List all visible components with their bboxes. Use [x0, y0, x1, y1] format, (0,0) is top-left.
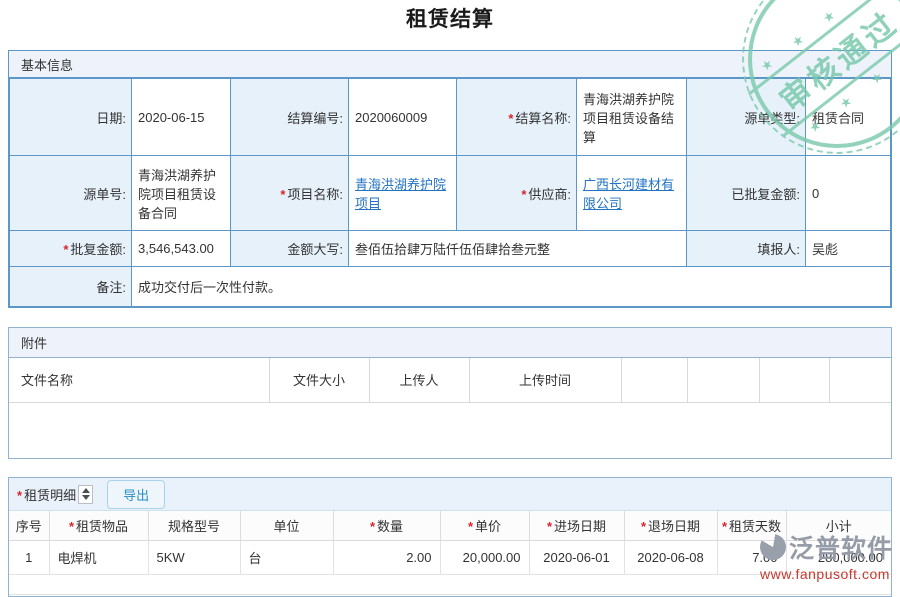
- settlement-no-label: 结算编号:: [231, 79, 349, 156]
- rental-details-section: *租赁明细 导出 序号 *租赁物品 规格型号 单位 *数量 *单价 *进场日期 …: [8, 477, 892, 597]
- attachments-table: 文件名称 文件大小 上传人 上传时间: [9, 358, 891, 403]
- source-type-label: 源单类型:: [687, 79, 806, 156]
- source-no-label: 源单号:: [10, 156, 132, 231]
- detail-cell-exit-date: 2020-06-08: [624, 540, 717, 574]
- project-name-label: *项目名称:: [231, 156, 349, 231]
- export-button[interactable]: 导出: [107, 480, 165, 509]
- required-icon: *: [468, 519, 473, 534]
- detail-cell-unit: 台: [240, 540, 333, 574]
- approved-amount-value: 0: [806, 156, 891, 231]
- settlement-name-label: *结算名称:: [457, 79, 577, 156]
- required-icon: *: [547, 519, 552, 534]
- detail-col-index: 序号: [9, 511, 49, 540]
- settlement-no-value: 2020060009: [349, 79, 457, 156]
- attachments-col-empty: [687, 358, 759, 402]
- attachments-col-empty: [621, 358, 687, 402]
- required-icon: *: [508, 111, 513, 126]
- attachments-col-filename: 文件名称: [9, 358, 269, 402]
- attachments-col-uploader: 上传人: [369, 358, 469, 402]
- attachments-section: 附件 文件名称 文件大小 上传人 上传时间: [8, 327, 892, 459]
- attachments-col-uploadtime: 上传时间: [469, 358, 621, 402]
- sort-stepper[interactable]: [78, 485, 93, 504]
- date-label: 日期:: [10, 79, 132, 156]
- project-name-value: 青海洪湖养护院项目: [349, 156, 457, 231]
- detail-cell-entry-date: 2020-06-01: [529, 540, 624, 574]
- rental-details-toolbar: *租赁明细 导出: [9, 478, 891, 511]
- detail-col-days: *租赁天数: [717, 511, 786, 540]
- page-title: 租赁结算: [0, 3, 900, 33]
- source-type-value: 租赁合同: [806, 79, 891, 156]
- basic-info-title-text: 基本信息: [21, 55, 73, 74]
- approved-amount-label: 已批复金额:: [687, 156, 806, 231]
- project-link[interactable]: 青海洪湖养护院项目: [355, 177, 446, 211]
- detail-cell-price: 20,000.00: [440, 540, 529, 574]
- remark-value: 成功交付后一次性付款。: [132, 267, 891, 307]
- supplier-value: 广西长河建材有限公司: [577, 156, 687, 231]
- detail-col-exit-date: *退场日期: [624, 511, 717, 540]
- sort-down-icon: [82, 495, 90, 500]
- attachments-empty-body: [9, 403, 891, 458]
- detail-row: 1 电焊机 5KW 台 2.00 20,000.00 2020-06-01 20…: [9, 540, 891, 574]
- attachments-col-empty: [759, 358, 829, 402]
- basic-info-section-title: 基本信息: [9, 51, 891, 78]
- required-icon: *: [280, 187, 285, 202]
- detail-cell-item: 电焊机: [49, 540, 148, 574]
- required-icon: *: [521, 187, 526, 202]
- detail-cell-qty: 2.00: [333, 540, 440, 574]
- attachments-section-title: 附件: [9, 328, 891, 358]
- filler-label: 填报人:: [687, 231, 806, 267]
- remark-label: 备注:: [10, 267, 132, 307]
- detail-cell-days: 7.00: [717, 540, 786, 574]
- required-icon: *: [17, 488, 22, 503]
- detail-cell-index: 1: [9, 540, 49, 574]
- detail-col-price: *单价: [440, 511, 529, 540]
- amount-in-words-value: 叁佰伍拾肆万陆仟伍佰肆拾叁元整: [349, 231, 687, 267]
- attachments-title-text: 附件: [21, 333, 47, 352]
- settlement-name-value: 青海洪湖养护院项目租赁设备结算: [577, 79, 687, 156]
- detail-col-subtotal: 小计: [786, 511, 891, 540]
- approval-amount-value: 3,546,543.00: [132, 231, 231, 267]
- required-icon: *: [69, 519, 74, 534]
- detail-col-entry-date: *进场日期: [529, 511, 624, 540]
- detail-col-qty: *数量: [333, 511, 440, 540]
- detail-row-partial: [9, 574, 891, 594]
- supplier-link[interactable]: 广西长河建材有限公司: [583, 177, 674, 211]
- rental-details-title: *租赁明细: [17, 485, 76, 504]
- basic-info-section: 基本信息 日期: 2020-06-15 结算编号: 2020060009 *结算…: [8, 50, 892, 308]
- source-no-value: 青海洪湖养护院项目租赁设备合同: [132, 156, 231, 231]
- detail-col-spec: 规格型号: [148, 511, 240, 540]
- filler-value: 吴彪: [806, 231, 891, 267]
- detail-col-unit: 单位: [240, 511, 333, 540]
- rental-details-table: 序号 *租赁物品 规格型号 单位 *数量 *单价 *进场日期 *退场日期 *租赁…: [9, 511, 891, 595]
- required-icon: *: [722, 519, 727, 534]
- approval-amount-label: *批复金额:: [10, 231, 132, 267]
- detail-col-item: *租赁物品: [49, 511, 148, 540]
- attachments-col-filesize: 文件大小: [269, 358, 369, 402]
- date-value: 2020-06-15: [132, 79, 231, 156]
- supplier-label: *供应商:: [457, 156, 577, 231]
- detail-cell-spec: 5KW: [148, 540, 240, 574]
- detail-cell-subtotal: 280,000.00: [786, 540, 891, 574]
- sort-up-icon: [82, 488, 90, 493]
- basic-info-table: 日期: 2020-06-15 结算编号: 2020060009 *结算名称: 青…: [9, 78, 891, 307]
- required-icon: *: [63, 242, 68, 257]
- amount-in-words-label: 金额大写:: [231, 231, 349, 267]
- attachments-col-empty: [829, 358, 891, 402]
- required-icon: *: [641, 519, 646, 534]
- required-icon: *: [370, 519, 375, 534]
